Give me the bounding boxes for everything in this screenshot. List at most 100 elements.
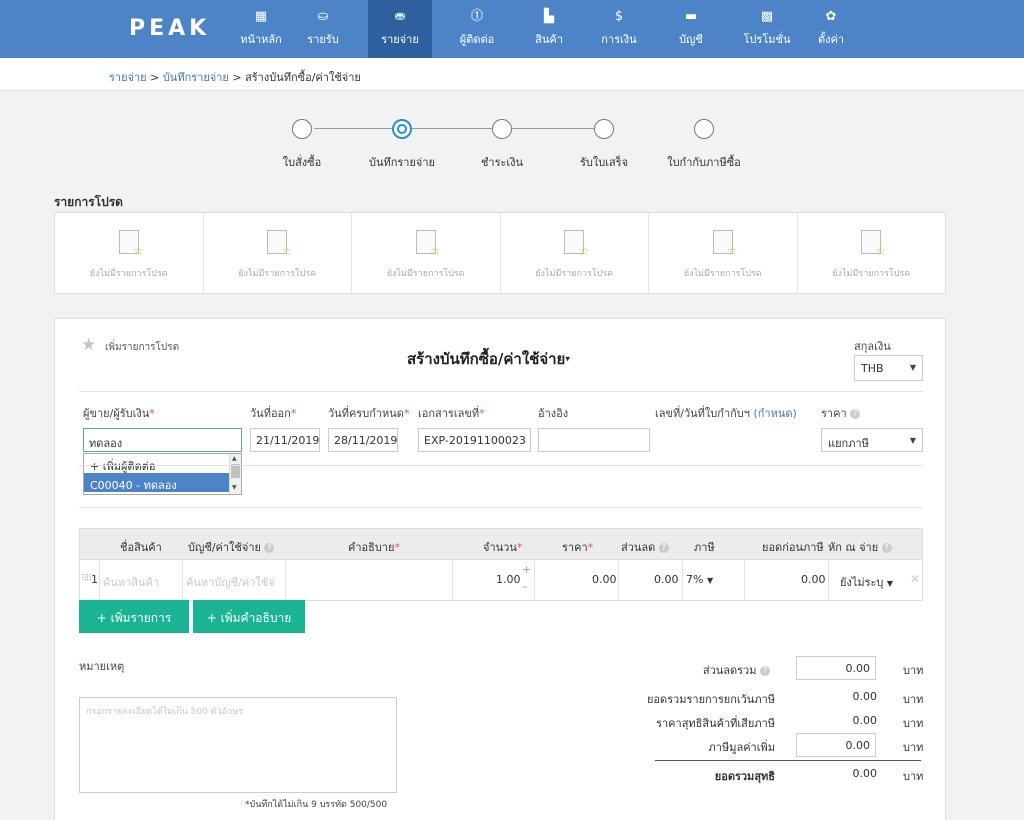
breadcrumb-current: สร้างบันทึกซื้อ/ค่าใช้จ่าย: [245, 71, 361, 84]
page-title[interactable]: สร้างบันทึกซื้อ/ค่าใช้จ่าย▾: [407, 347, 570, 371]
doc-no-input[interactable]: EXP-20191100023: [418, 428, 531, 452]
qty-input[interactable]: 1.00: [496, 573, 521, 586]
star-icon[interactable]: ★: [81, 335, 96, 355]
document-star-icon: ☆: [861, 230, 886, 257]
breadcrumb-expense-link[interactable]: รายจ่าย: [109, 71, 147, 84]
favorite-slot[interactable]: ☆ ยังไม่มีรายการโปรด: [204, 213, 352, 293]
caret-down-icon: ▼: [706, 576, 714, 585]
reference-input[interactable]: [538, 428, 650, 452]
scroll-up-icon[interactable]: ▲: [232, 455, 237, 462]
gear-icon: ✿: [825, 9, 837, 24]
nav-item-promotions[interactable]: ▩ โปรโมชั่น: [732, 0, 802, 58]
price-type-select[interactable]: แยกภาษี: [821, 428, 923, 452]
scrollbar-thumb[interactable]: [231, 464, 240, 478]
account-search-input[interactable]: ค้นหาบัญชี/ค่าใช้จ่: [186, 573, 275, 591]
peak-logo[interactable]: PEAK: [129, 16, 210, 41]
nav-item-accounting[interactable]: ▬ บัญชี: [660, 0, 722, 58]
step-dot-payment[interactable]: [492, 119, 512, 139]
grand-total-label: ยอดรวมสุทธิ: [714, 770, 775, 783]
dropdown-scrollbar[interactable]: ▲ ▼: [229, 454, 241, 494]
document-star-icon: ☆: [267, 230, 292, 257]
add-favorite-label[interactable]: เพิ่มรายการโปรด: [105, 340, 179, 355]
step-label: บันทึกรายจ่าย: [368, 156, 435, 169]
description-input[interactable]: [290, 573, 440, 587]
divider: [79, 391, 923, 392]
vat-label: ภาษีมูลค่าเพิ่ม: [708, 741, 775, 754]
table-row: ⠿⠿ 1 ค้นหาสินค้า ค้นหาบัญชี/ค่าใช้จ่ 1.0…: [79, 560, 923, 601]
breadcrumb: รายจ่าย > บันทึกรายจ่าย > สร้างบันทึกซื้…: [109, 71, 361, 84]
favorite-slot[interactable]: ☆ ยังไม่มีรายการโปรด: [352, 213, 501, 293]
tax-select[interactable]: 7% ▼: [686, 573, 713, 586]
total-discount-input[interactable]: 0.00: [796, 656, 876, 680]
scroll-down-icon[interactable]: ▼: [232, 484, 237, 491]
divider: [79, 507, 923, 508]
vendor-label: ผู้ขาย/ผู้รับเงิน*: [83, 407, 155, 420]
discount-input[interactable]: 0.00: [654, 573, 679, 586]
nav-item-income[interactable]: ⛀ รายรับ: [292, 0, 354, 58]
favorite-slot[interactable]: ☆ ยังไม่มีรายการโปรด: [798, 213, 946, 293]
exempt-total-value: 0.00: [852, 690, 878, 703]
caret-down-icon: ▾: [565, 354, 570, 365]
remove-row-icon[interactable]: ✕: [910, 572, 920, 586]
top-nav: PEAK ▦ หน้าหลัก ⛀ รายรับ ⛂ รายจ่าย ⓵ ผู้…: [0, 0, 1024, 58]
help-icon: ?: [881, 543, 892, 553]
summary-divider: [655, 760, 921, 761]
issue-date-label: วันที่ออก*: [250, 407, 297, 420]
nav-item-finance[interactable]: $ การเงิน: [588, 0, 650, 58]
tax-invoice-set-link[interactable]: (กำหนด): [753, 407, 796, 420]
money-icon: $: [614, 9, 624, 24]
step-dot-receipt[interactable]: [594, 119, 614, 139]
step-dot-tax-invoice[interactable]: [694, 119, 714, 139]
step-dot-purchase-order[interactable]: [292, 119, 312, 139]
vat-input[interactable]: 0.00: [796, 733, 876, 757]
help-icon: ?: [850, 409, 861, 419]
nav-item-expense[interactable]: ⛂ รายจ่าย: [368, 0, 432, 58]
wht-select[interactable]: ยังไม่ระบุ ▼: [840, 573, 893, 591]
grand-total-value: 0.00: [852, 767, 878, 780]
favorite-slot[interactable]: ☆ ยังไม่มีรายการโปรด: [55, 213, 204, 293]
due-date-input[interactable]: 28/11/2019: [328, 428, 398, 452]
step-dot-expense-record[interactable]: [392, 119, 412, 139]
contact-icon: ⓵: [470, 9, 484, 24]
price-input[interactable]: 0.00: [592, 573, 617, 586]
notes-label: หมายเหตุ: [79, 660, 125, 673]
vendor-input[interactable]: ทดลอง: [83, 428, 242, 452]
divider: [79, 465, 923, 466]
product-search-input[interactable]: ค้นหาสินค้า: [103, 573, 159, 591]
price-label: ราคา ?: [821, 404, 861, 422]
exempt-total-label: ยอดรวมรายการยกเว้นภาษี: [646, 693, 775, 706]
nav-item-home[interactable]: ▦ หน้าหลัก: [230, 0, 292, 58]
income-icon: ⛀: [317, 9, 329, 24]
pretax-input[interactable]: 0.00: [801, 573, 826, 586]
favorite-slot[interactable]: ☆ ยังไม่มีรายการโปรด: [649, 213, 798, 293]
favorite-slot[interactable]: ☆ ยังไม่มีรายการโปรด: [501, 213, 649, 293]
due-date-label: วันที่ครบกำหนด*: [328, 407, 410, 420]
caret-down-icon: ▼: [886, 579, 894, 588]
taxable-net-value: 0.00: [852, 714, 878, 727]
step-connector: [512, 128, 594, 129]
breadcrumb-expense-record-link[interactable]: บันทึกรายจ่าย: [163, 71, 229, 84]
notes-textarea[interactable]: กรอกรายละเอียดได้ไม่เกิน 500 ตัวอักษร: [79, 697, 397, 793]
dropdown-add-contact[interactable]: + เพิ่มผู้ติดต่อ: [84, 454, 241, 473]
drag-handle-icon[interactable]: ⠿⠿: [81, 574, 92, 584]
document-star-icon: ☆: [415, 230, 441, 257]
step-connector: [314, 128, 392, 129]
minus-icon[interactable]: –: [522, 580, 528, 593]
plus-icon[interactable]: +: [522, 563, 531, 576]
nav-item-contacts[interactable]: ⓵ ผู้ติดต่อ: [446, 0, 508, 58]
add-line-item-button[interactable]: + เพิ่มรายการ: [79, 600, 189, 633]
help-icon: ?: [658, 543, 669, 553]
product-icon: ▙: [544, 9, 554, 24]
dropdown-contact-option[interactable]: C00040 - ทดลอง: [84, 473, 241, 492]
grid-icon: ▦: [254, 9, 268, 24]
expense-form-card: ★ เพิ่มรายการโปรด สร้างบันทึกซื้อ/ค่าใช้…: [54, 318, 946, 820]
nav-item-settings[interactable]: ✿ ตั้งค่า: [800, 0, 862, 58]
add-description-button[interactable]: + เพิ่มคำอธิบาย: [193, 600, 305, 633]
briefcase-icon: ▬: [684, 9, 698, 24]
step-connector: [412, 128, 492, 129]
line-items-header: ชื่อสินค้า บัญชี/ค่าใช้จ่าย ? คำอธิบาย* …: [79, 528, 923, 560]
currency-select[interactable]: THB: [854, 355, 923, 381]
step-label: ใบกำกับภาษีซื้อ: [667, 156, 741, 169]
issue-date-input[interactable]: 21/11/2019: [250, 428, 320, 452]
nav-item-products[interactable]: ▙ สินค้า: [518, 0, 580, 58]
